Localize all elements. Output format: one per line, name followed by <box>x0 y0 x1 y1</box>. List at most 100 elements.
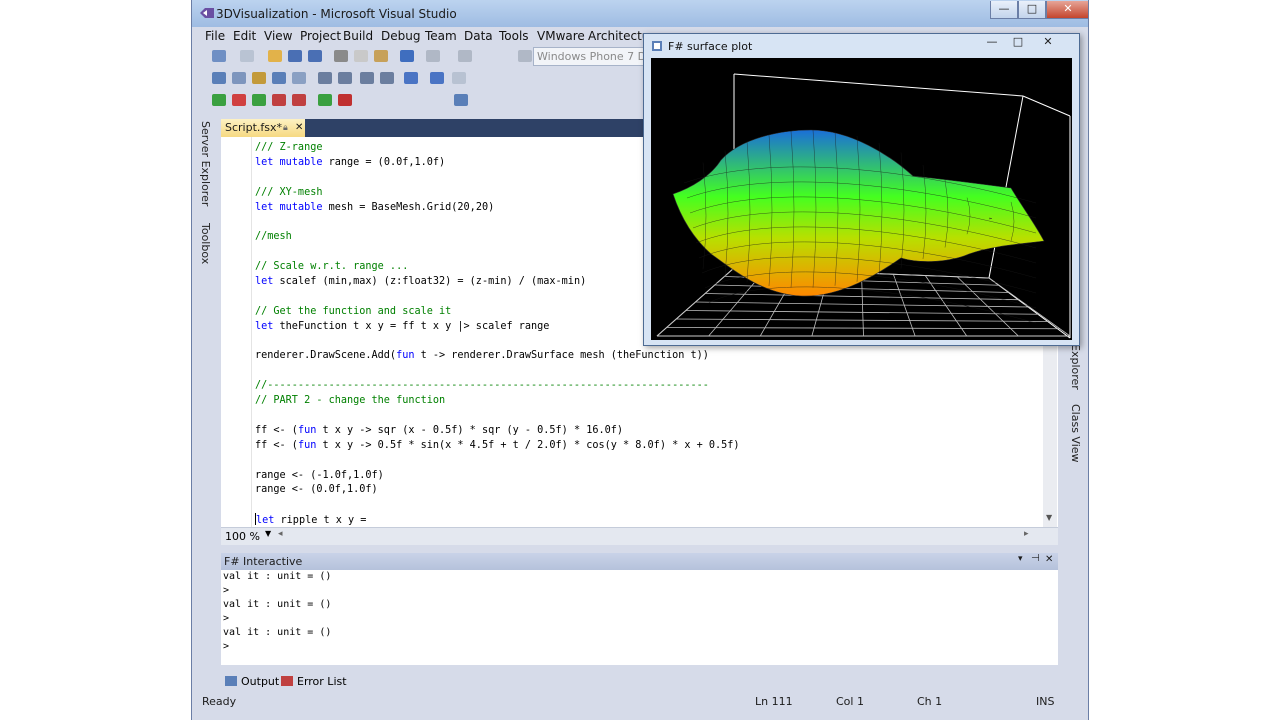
open-icon[interactable] <box>268 50 282 62</box>
scroll-left-icon[interactable]: ◂ <box>278 529 283 539</box>
toolbar-icon[interactable] <box>232 72 246 84</box>
toolbar-icon[interactable] <box>252 72 266 84</box>
uncomment-icon[interactable] <box>380 72 394 84</box>
status-column: Col 1 <box>836 695 864 708</box>
class-view-tab[interactable]: Class View <box>1069 404 1082 463</box>
start-icon[interactable] <box>518 50 532 62</box>
status-line: Ln 111 <box>755 695 793 708</box>
menu-file[interactable]: File <box>205 29 225 43</box>
fsi-panel-header: F# Interactive ▾ ⊣ ✕ <box>221 553 1058 570</box>
code-line: let ripple t x y = <box>255 513 367 527</box>
menu-build[interactable]: Build <box>343 29 373 43</box>
output-icon <box>225 676 237 686</box>
editor-gutter <box>221 137 252 527</box>
maximize-icon[interactable]: □ <box>1018 1 1046 19</box>
surface-plot-graphic <box>656 73 1071 339</box>
scroll-down-icon[interactable]: ▼ <box>1046 513 1052 522</box>
zoom-dropdown-icon[interactable]: ▼ <box>265 529 271 538</box>
fsi-line: val it : unit = () <box>223 571 332 582</box>
stop-icon[interactable] <box>338 94 352 106</box>
toolbar-icon[interactable] <box>252 94 266 106</box>
tab-script-fsx[interactable]: Script.fsx* 🔒︎ ✕ <box>221 119 305 137</box>
window-title: 3DVisualization - Microsoft Visual Studi… <box>216 7 457 21</box>
explorer-tab[interactable]: Explorer <box>1069 344 1082 390</box>
title-bar[interactable]: 3DVisualization - Microsoft Visual Studi… <box>192 0 1088 28</box>
platform-combo[interactable]: Windows Phone 7 Devi <box>533 47 650 66</box>
toolbar-icon[interactable] <box>292 72 306 84</box>
menu-data[interactable]: Data <box>464 29 493 43</box>
menu-view[interactable]: View <box>264 29 292 43</box>
dropdown-icon[interactable]: ▾ <box>1018 554 1023 564</box>
save-all-icon[interactable] <box>308 50 322 62</box>
toolbar-icon[interactable] <box>272 72 286 84</box>
copy-icon[interactable] <box>354 50 368 62</box>
tab-close-icon[interactable]: ✕ <box>295 119 303 137</box>
fsi-output[interactable]: val it : unit = () > val it : unit = () > va… <box>221 570 1058 665</box>
pin-icon[interactable]: ⊣ <box>1031 553 1040 564</box>
status-ready: Ready <box>202 695 237 708</box>
right-dock: Explorer Class View <box>1066 344 1084 464</box>
toolbar-icon[interactable] <box>404 72 418 84</box>
tab-label: Script.fsx* <box>225 121 283 134</box>
toolbar-icon[interactable] <box>212 94 226 106</box>
fsi-line: > <box>223 613 230 624</box>
error-list-tab[interactable]: Error List <box>297 675 347 688</box>
toolbar-icon[interactable] <box>454 94 468 106</box>
close-icon[interactable]: ✕ <box>1031 34 1065 51</box>
toolbar-icon[interactable] <box>212 72 226 84</box>
toolbar-icon[interactable] <box>292 94 306 106</box>
maximize-icon[interactable]: □ <box>1005 34 1031 51</box>
undo-icon[interactable] <box>400 50 414 62</box>
menu-debug[interactable]: Debug <box>381 29 420 43</box>
plot-caption-buttons: — □ ✕ <box>979 34 1065 52</box>
save-icon[interactable] <box>288 50 302 62</box>
output-tab[interactable]: Output <box>241 675 279 688</box>
toolbar-icon[interactable] <box>232 94 246 106</box>
menu-team[interactable]: Team <box>425 29 457 43</box>
code-line: renderer.DrawScene.Add(fun t -> renderer… <box>255 350 709 362</box>
code-line: range <- (-1.0f,1.0f) <box>255 469 384 481</box>
grid-line <box>988 277 1071 337</box>
server-explorer-tab[interactable]: Server Explorer <box>199 121 212 206</box>
window-icon <box>652 41 662 51</box>
toolbox-tab[interactable]: Toolbox <box>199 223 212 264</box>
bookmark-prev-icon[interactable] <box>452 72 466 84</box>
status-char: Ch 1 <box>917 695 943 708</box>
surface-plot-window[interactable]: F# surface plot — □ ✕ <box>643 33 1080 346</box>
menu-project[interactable]: Project <box>300 29 341 43</box>
menu-edit[interactable]: Edit <box>233 29 256 43</box>
menu-vmware[interactable]: VMware <box>537 29 585 43</box>
play-icon[interactable] <box>318 94 332 106</box>
fsi-line: > <box>223 641 230 652</box>
fsi-title: F# Interactive <box>224 555 303 568</box>
fsi-line: val it : unit = () <box>223 627 332 638</box>
add-item-icon[interactable] <box>240 50 254 62</box>
fsi-line: val it : unit = () <box>223 599 332 610</box>
indent-icon[interactable] <box>318 72 332 84</box>
zoom-level[interactable]: 100 % <box>225 530 260 543</box>
minimize-icon[interactable]: — <box>979 34 1005 51</box>
bookmark-icon[interactable] <box>430 72 444 84</box>
visual-studio-icon <box>200 8 214 18</box>
surface-plot-canvas[interactable] <box>651 58 1072 340</box>
caption-buttons: — □ ✕ <box>990 1 1088 19</box>
close-icon[interactable]: ✕ <box>1046 1 1088 19</box>
side-dock: Server Explorer Toolbox <box>197 119 215 279</box>
status-insert-mode: INS <box>1036 695 1055 708</box>
toolbar-icon[interactable] <box>272 94 286 106</box>
new-project-icon[interactable] <box>212 50 226 62</box>
outdent-icon[interactable] <box>338 72 352 84</box>
menu-tools[interactable]: Tools <box>499 29 529 43</box>
scroll-right-icon[interactable]: ▸ <box>1024 529 1029 539</box>
cut-icon[interactable] <box>334 50 348 62</box>
minimize-icon[interactable]: — <box>990 1 1018 19</box>
code-line: //--------------------------------------… <box>255 380 709 392</box>
comment-icon[interactable] <box>360 72 374 84</box>
paste-icon[interactable] <box>374 50 388 62</box>
fsi-close-icon[interactable]: ✕ <box>1045 554 1053 565</box>
navigate-icon[interactable] <box>458 50 472 62</box>
redo-icon[interactable] <box>426 50 440 62</box>
